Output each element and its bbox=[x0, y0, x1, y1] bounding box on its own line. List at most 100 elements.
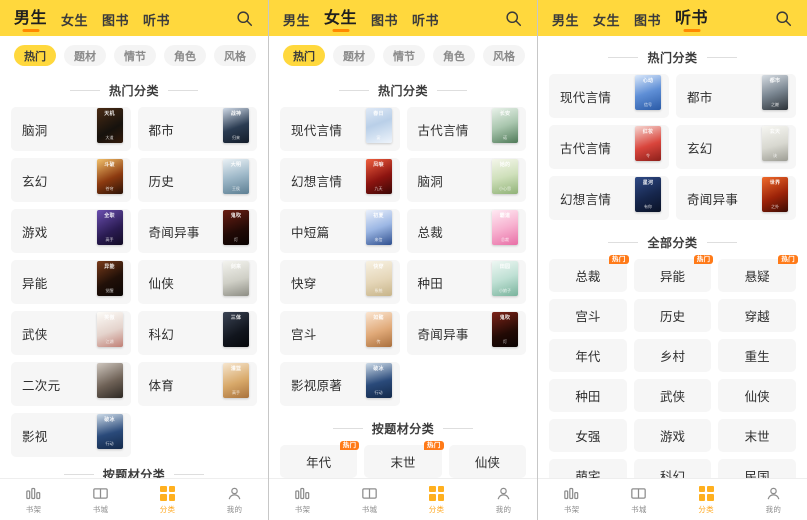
chip-hot[interactable]: 热门 bbox=[14, 45, 56, 66]
nav-bookstore[interactable]: 书城 bbox=[336, 484, 403, 515]
category-card[interactable]: 奇闻异事鬼吹灯 bbox=[138, 209, 258, 253]
chip-theme[interactable]: 题材 bbox=[64, 45, 106, 66]
category-card[interactable]: 现代言情心动信号 bbox=[549, 74, 669, 118]
category-card[interactable]: 玄幻斗破苍穹 bbox=[11, 158, 131, 202]
nav-bookstore[interactable]: 书城 bbox=[67, 484, 134, 515]
tab-male[interactable]: 男生 bbox=[283, 14, 310, 32]
category-chip-card[interactable]: 异能热门 bbox=[634, 259, 712, 292]
nav-category[interactable]: 分类 bbox=[673, 484, 740, 515]
category-card[interactable]: 仙侠剑来 bbox=[138, 260, 258, 304]
category-card[interactable]: 武侠笑傲江湖 bbox=[11, 311, 131, 355]
category-card[interactable]: 宫斗如懿传 bbox=[280, 311, 400, 355]
category-card[interactable]: 总裁霸道总裁 bbox=[407, 209, 527, 253]
tab-female[interactable]: 女生 bbox=[593, 14, 620, 32]
book-cover-thumbnail: 凤唳九天 bbox=[366, 159, 392, 194]
chip-plot[interactable]: 情节 bbox=[114, 45, 156, 66]
tab-books[interactable]: 图书 bbox=[634, 14, 661, 32]
nav-profile[interactable]: 我的 bbox=[201, 484, 268, 515]
tab-books[interactable]: 图书 bbox=[102, 14, 129, 32]
category-chip-card[interactable]: 重生 bbox=[718, 339, 796, 372]
nav-bookshelf[interactable]: 书架 bbox=[269, 484, 336, 515]
category-chip-card[interactable]: 乡村 bbox=[634, 339, 712, 372]
category-card[interactable]: 古代言情长安诺 bbox=[407, 107, 527, 151]
nav-category[interactable]: 分类 bbox=[403, 484, 470, 515]
chip-plot[interactable]: 情节 bbox=[383, 45, 425, 66]
category-card[interactable]: 古代言情红妆令 bbox=[549, 125, 669, 169]
category-chip-card[interactable]: 武侠 bbox=[634, 379, 712, 412]
category-card[interactable]: 科幻三体 bbox=[138, 311, 258, 355]
category-chip-card[interactable]: 历史 bbox=[634, 299, 712, 332]
search-icon[interactable] bbox=[501, 6, 525, 30]
category-chip-card[interactable]: 仙侠 bbox=[718, 379, 796, 412]
category-card[interactable]: 游戏全职高手 bbox=[11, 209, 131, 253]
nav-bookstore[interactable]: 书城 bbox=[605, 484, 672, 515]
chip-theme[interactable]: 题材 bbox=[333, 45, 375, 66]
chip-role[interactable]: 角色 bbox=[164, 45, 206, 66]
category-chip-label: 年代 bbox=[306, 452, 331, 471]
category-card[interactable]: 快穿快穿系统 bbox=[280, 260, 400, 304]
category-card[interactable]: 幻想言情凤唳九天 bbox=[280, 158, 400, 202]
category-card[interactable]: 奇闻异事鬼吹灯 bbox=[407, 311, 527, 355]
tab-male[interactable]: 男生 bbox=[552, 14, 579, 32]
panel-scroll-body[interactable]: 热门分类 现代言情心动信号都市都市之巅古代言情红妆令玄幻玄天诀幻想言情星河有你奇… bbox=[538, 36, 807, 478]
tab-male[interactable]: 男生 bbox=[14, 11, 47, 32]
category-card[interactable]: 脑洞她的小心思 bbox=[407, 158, 527, 202]
category-chip-card[interactable]: 民国 bbox=[718, 459, 796, 478]
category-card[interactable]: 影视原著破冰行动 bbox=[280, 362, 400, 406]
category-chip-card[interactable]: 悬疑热门 bbox=[718, 259, 796, 292]
category-chip-card[interactable]: 科幻 bbox=[634, 459, 712, 478]
book-cover-thumbnail: 破冰行动 bbox=[97, 414, 123, 449]
nav-profile[interactable]: 我的 bbox=[740, 484, 807, 515]
category-chip-card[interactable]: 穿越 bbox=[718, 299, 796, 332]
category-chip-card[interactable]: 萌宅 bbox=[549, 459, 627, 478]
panel-scroll-body[interactable]: 热门分类 现代言情春日宴古代言情长安诺幻想言情凤唳九天脑洞她的小心思中短篇初夏来… bbox=[269, 73, 537, 478]
chip-style[interactable]: 风格 bbox=[214, 45, 256, 66]
category-chip-card[interactable]: 末世 bbox=[718, 419, 796, 452]
category-card[interactable]: 体育灌篮高手 bbox=[138, 362, 258, 406]
category-card[interactable]: 异能异能觉醒 bbox=[11, 260, 131, 304]
category-chip-card[interactable]: 年代 bbox=[549, 339, 627, 372]
tab-audiobooks[interactable]: 听书 bbox=[675, 11, 708, 32]
search-icon[interactable] bbox=[771, 6, 795, 30]
nav-bookshelf[interactable]: 书架 bbox=[538, 484, 605, 515]
category-card[interactable]: 现代言情春日宴 bbox=[280, 107, 400, 151]
nav-category[interactable]: 分类 bbox=[134, 484, 201, 515]
category-card[interactable]: 脑洞天机大道 bbox=[11, 107, 131, 151]
category-chip-card[interactable]: 游戏 bbox=[634, 419, 712, 452]
category-chip-card[interactable]: 年代热门 bbox=[280, 445, 357, 478]
category-card[interactable]: 都市都市之巅 bbox=[676, 74, 796, 118]
category-card[interactable]: 历史大明王侯 bbox=[138, 158, 258, 202]
category-card[interactable]: 幻想言情星河有你 bbox=[549, 176, 669, 220]
chip-style[interactable]: 风格 bbox=[483, 45, 525, 66]
all-category-grid: 总裁热门异能热门悬疑热门宫斗历史穿越年代乡村重生种田武侠仙侠女强游戏末世萌宅科幻… bbox=[549, 259, 796, 478]
category-chip-card[interactable]: 宫斗 bbox=[549, 299, 627, 332]
category-card[interactable]: 奇闻异事世界之外 bbox=[676, 176, 796, 220]
nav-bookshelf[interactable]: 书架 bbox=[0, 484, 67, 515]
category-card-label: 都市 bbox=[149, 120, 224, 139]
tab-books[interactable]: 图书 bbox=[371, 14, 398, 32]
category-chip-card[interactable]: 仙侠 bbox=[449, 445, 526, 478]
nav-label: 我的 bbox=[496, 504, 512, 515]
category-chip-card[interactable]: 种田 bbox=[549, 379, 627, 412]
category-chip-card[interactable]: 女强 bbox=[549, 419, 627, 452]
category-card[interactable]: 二次元 bbox=[11, 362, 131, 406]
hot-badge: 热门 bbox=[340, 441, 360, 450]
tab-female[interactable]: 女生 bbox=[324, 11, 357, 32]
category-card[interactable]: 中短篇初夏来信 bbox=[280, 209, 400, 253]
tab-audiobooks[interactable]: 听书 bbox=[143, 14, 170, 32]
chip-hot[interactable]: 热门 bbox=[283, 45, 325, 66]
search-icon[interactable] bbox=[232, 6, 256, 30]
category-card[interactable]: 种田田园小娘子 bbox=[407, 260, 527, 304]
category-chip-card[interactable]: 总裁热门 bbox=[549, 259, 627, 292]
chip-role[interactable]: 角色 bbox=[433, 45, 475, 66]
tab-audiobooks[interactable]: 听书 bbox=[412, 14, 439, 32]
category-card[interactable]: 影视破冰行动 bbox=[11, 413, 131, 457]
category-card[interactable]: 都市战神归来 bbox=[138, 107, 258, 151]
nav-label: 书架 bbox=[564, 504, 580, 515]
category-chip-card[interactable]: 末世热门 bbox=[364, 445, 441, 478]
tab-female[interactable]: 女生 bbox=[61, 14, 88, 32]
panel-scroll-body[interactable]: 热门分类 脑洞天机大道都市战神归来玄幻斗破苍穹历史大明王侯游戏全职高手奇闻异事鬼… bbox=[0, 73, 268, 478]
section-header-all: 全部分类 bbox=[549, 234, 796, 251]
category-card[interactable]: 玄幻玄天诀 bbox=[676, 125, 796, 169]
nav-profile[interactable]: 我的 bbox=[470, 484, 537, 515]
